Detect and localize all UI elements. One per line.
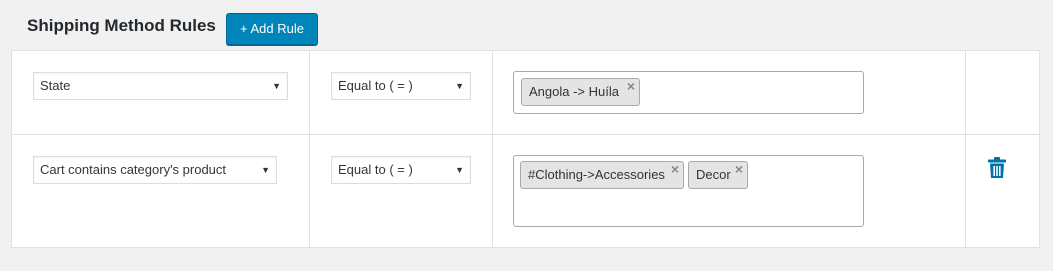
value-chip: Decor × [688,161,748,189]
rule-operator-select[interactable]: Equal to ( = ) ▼ [331,72,471,100]
column-divider [309,135,310,247]
value-chip-label: #Clothing->Accessories [528,167,665,182]
value-chip: Angola -> Huíla × [521,78,640,106]
chevron-down-icon: ▼ [261,165,270,175]
rule-operator-value: Equal to ( = ) [338,162,413,177]
add-rule-button[interactable]: + Add Rule [226,13,318,45]
column-divider [309,51,310,134]
column-divider [965,51,966,134]
remove-chip-icon[interactable]: × [671,156,679,182]
rule-values-input[interactable]: Angola -> Huíla × [513,71,864,114]
rule-row: State ▼ Equal to ( = ) ▼ Angola -> Huíla… [12,51,1039,135]
rule-operator-select[interactable]: Equal to ( = ) ▼ [331,156,471,184]
remove-chip-icon[interactable]: × [735,156,743,182]
rule-field-select[interactable]: State ▼ [33,72,288,100]
rule-field-select[interactable]: Cart contains category's product ▼ [33,156,277,184]
chevron-down-icon: ▼ [455,81,464,91]
chevron-down-icon: ▼ [272,81,281,91]
column-divider [965,135,966,247]
rule-field-value: State [40,78,71,93]
rules-header: Shipping Method Rules + Add Rule [27,13,318,45]
rule-operator-value: Equal to ( = ) [338,78,413,93]
trash-icon[interactable] [987,157,1007,179]
column-divider [492,51,493,134]
page-title: Shipping Method Rules [27,16,216,35]
rules-table: State ▼ Equal to ( = ) ▼ Angola -> Huíla… [11,50,1040,248]
value-chip-label: Decor [696,167,731,182]
rule-values-input[interactable]: #Clothing->Accessories × Decor × [513,155,864,227]
chevron-down-icon: ▼ [455,165,464,175]
column-divider [492,135,493,247]
value-chip: #Clothing->Accessories × [520,161,684,189]
value-chip-label: Angola -> Huíla [529,84,619,99]
rule-field-value: Cart contains category's product [40,162,227,177]
rule-row: Cart contains category's product ▼ Equal… [12,135,1039,247]
remove-chip-icon[interactable]: × [627,73,635,99]
